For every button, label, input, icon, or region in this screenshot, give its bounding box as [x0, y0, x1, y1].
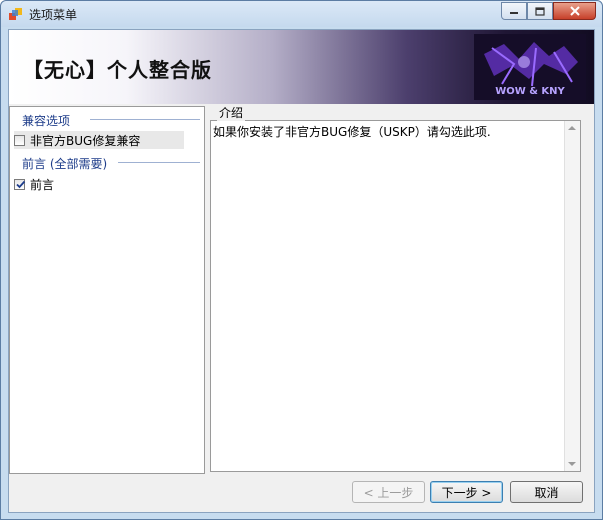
window-controls — [501, 2, 596, 20]
close-icon — [569, 6, 580, 16]
title-bar[interactable]: 选项菜单 — [1, 1, 602, 27]
group-divider — [90, 119, 200, 120]
description-label: 介绍 — [217, 104, 246, 121]
description-text: 如果你安装了非官方BUG修复（USKP）请勾选此项. — [213, 125, 491, 139]
logo-text: WOW & KNY — [495, 86, 565, 97]
back-button[interactable]: < 上一步 — [352, 481, 425, 503]
minimize-icon — [510, 12, 518, 14]
minimize-button[interactable] — [501, 2, 527, 20]
vertical-scrollbar[interactable] — [564, 121, 580, 471]
scroll-up-icon[interactable] — [568, 126, 576, 130]
maximize-button[interactable] — [527, 2, 553, 20]
option-item-preface[interactable]: 前言 — [14, 175, 184, 193]
close-button[interactable] — [553, 2, 596, 20]
option-label: 前言 — [30, 177, 55, 192]
next-button[interactable]: 下一步 > — [430, 481, 503, 503]
option-item-uskp[interactable]: 非官方BUG修复兼容 — [14, 131, 184, 149]
client-area: 【无心】个人整合版 WOW & KNY 兼容选项 非官方BUG修复兼容 前言 (… — [8, 29, 595, 513]
banner-title: 【无心】个人整合版 — [23, 58, 212, 82]
installer-window: 选项菜单 【无心】个人整合版 WOW & KNY 兼容选项 非官方BUG修复兼容… — [0, 0, 603, 520]
logo-image: WOW & KNY — [474, 34, 586, 100]
description-panel: 如果你安装了非官方BUG修复（USKP）请勾选此项. 介绍 — [210, 104, 581, 474]
group-divider — [118, 162, 200, 163]
option-label: 非官方BUG修复兼容 — [30, 133, 141, 148]
app-icon — [9, 8, 22, 20]
header-banner: 【无心】个人整合版 WOW & KNY — [9, 30, 594, 104]
preface-checkbox[interactable] — [14, 178, 26, 190]
uskp-checkbox[interactable] — [14, 134, 25, 146]
description-textbox[interactable]: 如果你安装了非官方BUG修复（USKP）请勾选此项. — [210, 120, 581, 472]
maximize-icon — [535, 6, 545, 16]
options-list[interactable]: 兼容选项 非官方BUG修复兼容 前言 (全部需要) 前言 — [9, 106, 205, 474]
scroll-down-icon[interactable] — [568, 462, 576, 466]
window-title: 选项菜单 — [29, 8, 78, 22]
group-header-compat: 兼容选项 — [22, 114, 71, 128]
cancel-button[interactable]: 取消 — [510, 481, 583, 503]
group-header-preface: 前言 (全部需要) — [22, 157, 108, 171]
checkmark-icon — [16, 180, 26, 188]
